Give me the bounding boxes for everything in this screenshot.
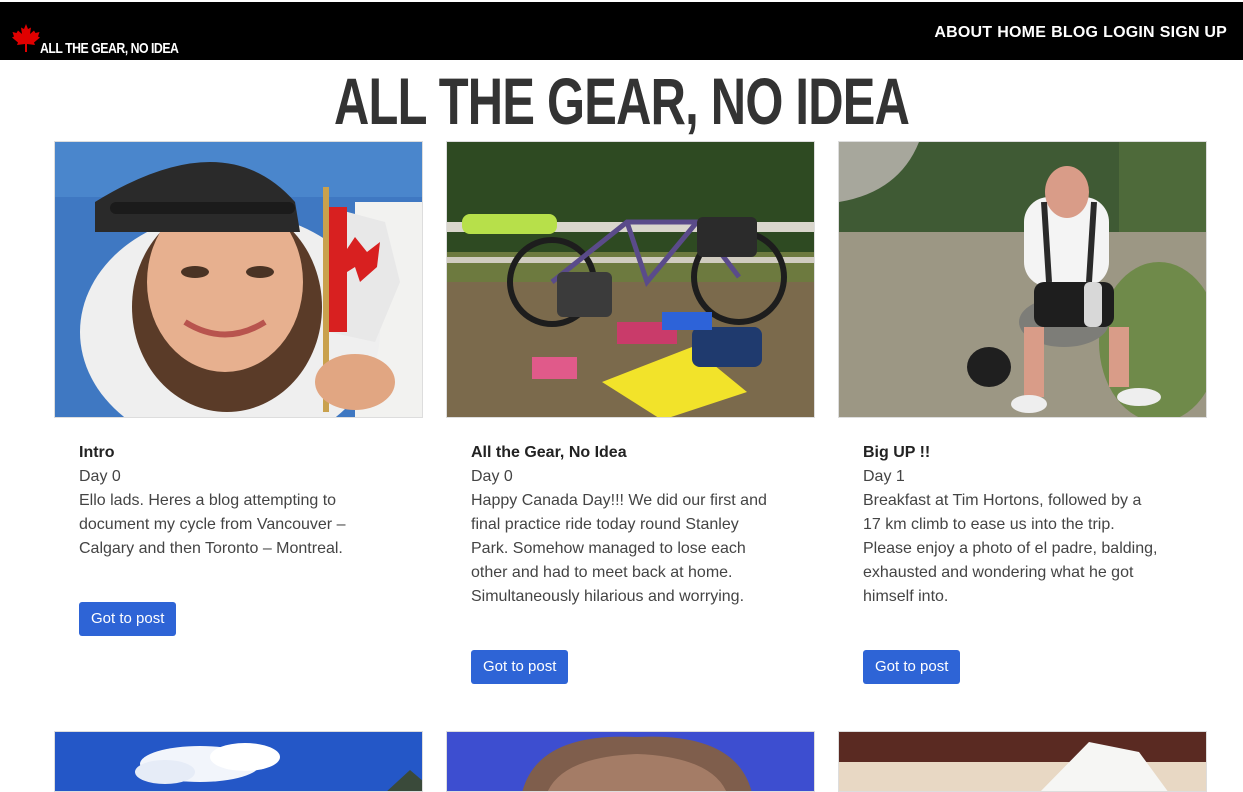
brand-text: ALL THE GEAR, NO IDEA <box>40 40 179 57</box>
post-day: Day 1 <box>863 468 905 485</box>
post-image-mountains[interactable] <box>54 731 423 792</box>
post-image-face-closeup[interactable] <box>446 731 815 792</box>
post-excerpt: Breakfast at Tim Hortons, followed by a … <box>863 492 1158 605</box>
pillow-photo <box>839 732 1206 791</box>
nav-link-sign-up[interactable]: SIGN UP <box>1160 24 1227 42</box>
brand-link[interactable]: ALL THE GEAR, NO IDEA <box>10 22 209 58</box>
post-image-big-up[interactable] <box>838 141 1207 418</box>
roadside-rest-photo <box>839 142 1206 417</box>
post-title[interactable]: All the Gear, No Idea <box>471 441 771 465</box>
post-card-intro: Intro Day 0 Ello lads. Heres a blog atte… <box>79 441 379 561</box>
post-title[interactable]: Big UP !! <box>863 441 1163 465</box>
mountain-sky-photo <box>55 732 422 791</box>
post-image-intro[interactable] <box>54 141 423 418</box>
nav-links: ABOUT HOME BLOG LOGIN SIGN UP <box>934 24 1227 42</box>
bike-and-gear-photo <box>447 142 814 417</box>
post-card-big-up: Big UP !! Day 1 Breakfast at Tim Hortons… <box>863 441 1163 609</box>
maple-leaf-icon <box>12 24 40 52</box>
nav-link-home[interactable]: HOME <box>997 24 1046 42</box>
go-to-post-button[interactable]: Got to post <box>79 602 177 636</box>
post-title[interactable]: Intro <box>79 441 379 465</box>
nav-link-login[interactable]: LOGIN <box>1103 24 1155 42</box>
post-image-pillow[interactable] <box>838 731 1207 792</box>
post-image-all-the-gear[interactable] <box>446 141 815 418</box>
post-day: Day 0 <box>79 468 121 485</box>
nav-link-about[interactable]: ABOUT <box>934 24 992 42</box>
go-to-post-button[interactable]: Got to post <box>471 650 569 684</box>
post-day: Day 0 <box>471 468 513 485</box>
page-title: ALL THE GEAR, NO IDEA <box>333 64 910 138</box>
nav-link-blog[interactable]: BLOG <box>1051 24 1098 42</box>
post-card-all-the-gear: All the Gear, No Idea Day 0 Happy Canada… <box>471 441 771 609</box>
face-closeup-photo <box>447 732 814 791</box>
post-excerpt: Ello lads. Heres a blog attempting to do… <box>79 492 346 557</box>
go-to-post-button[interactable]: Got to post <box>863 650 961 684</box>
post-excerpt: Happy Canada Day!!! We did our first and… <box>471 492 767 605</box>
selfie-with-flag-photo <box>55 142 422 417</box>
navbar: ALL THE GEAR, NO IDEA ABOUT HOME BLOG LO… <box>0 2 1243 60</box>
